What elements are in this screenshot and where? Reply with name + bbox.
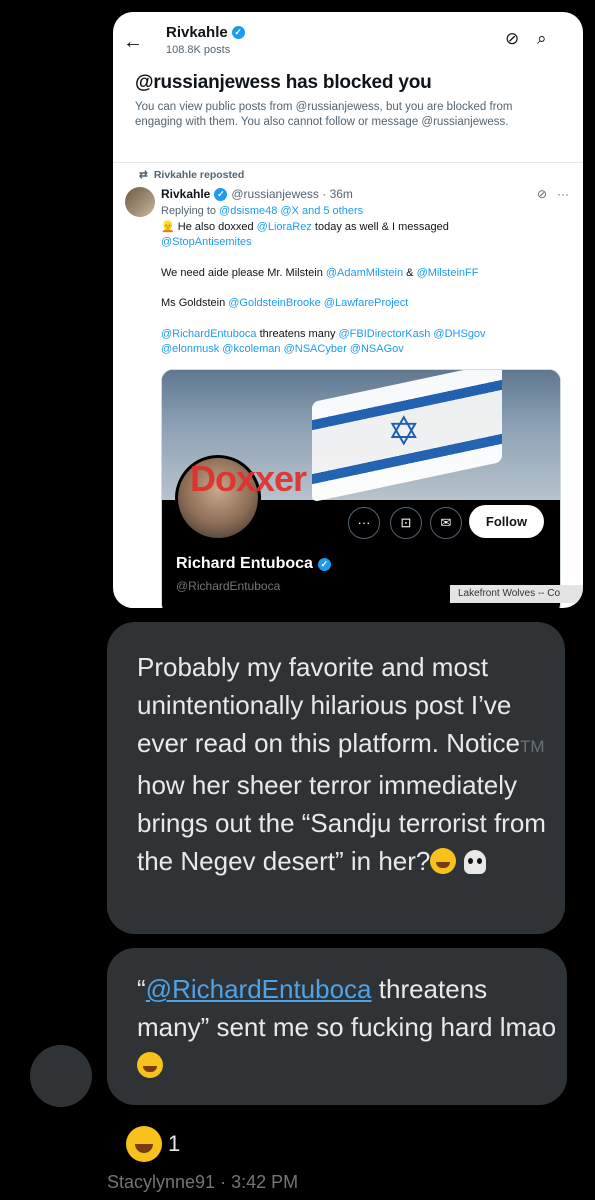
repost-icon: ⇄ (139, 169, 148, 181)
follow-button[interactable]: Follow (469, 505, 544, 538)
corner-label: Lakefront Wolves -- Co (450, 585, 583, 603)
message-text: “@RichardEntuboca threatens many” sent m… (137, 970, 557, 1084)
grok-icon[interactable]: ⊘ (537, 187, 547, 201)
skull-emoji-icon (463, 850, 486, 874)
avatar[interactable] (30, 1045, 92, 1107)
profile-name: Rivkahle ✓ (166, 24, 245, 41)
post-count: 108.8K posts (166, 44, 231, 56)
blocked-description: You can view public posts from @russianj… (135, 101, 513, 128)
laughing-emoji-icon (126, 1126, 162, 1162)
reaction-count: 1 (168, 1131, 181, 1156)
verified-badge-icon: ✓ (231, 26, 245, 39)
search-icon[interactable]: ⌕ (537, 29, 547, 49)
grok-button[interactable]: ⊡ (390, 507, 422, 539)
verified-badge-icon: ✓ (317, 557, 331, 571)
arrow-left-icon[interactable]: ← (123, 32, 143, 52)
grok-icon[interactable]: ⊘ (505, 29, 519, 49)
message-bubble[interactable]: “@RichardEntuboca threatens many” sent m… (107, 948, 567, 1105)
message-text: Probably my favorite and most unintentio… (137, 652, 546, 876)
message-footer: Stacylynne91 · 3:42 PM (107, 1172, 299, 1192)
person-emoji-icon: 👱 (161, 220, 175, 233)
divider (113, 162, 583, 163)
profile-header: ← Rivkahle ✓ 108.8K posts ⊘ ⌕ (113, 12, 583, 72)
timestamp: 3:42 PM (231, 1172, 299, 1192)
laughing-emoji-icon (137, 1052, 163, 1078)
post-author: Rivkahle ✓ @russianjewess · 36m (161, 187, 353, 201)
blocked-title: @russianjewess has blocked you (135, 72, 432, 93)
message-button[interactable]: ✉ (430, 507, 462, 539)
embedded-screenshot[interactable]: ← Rivkahle ✓ 108.8K posts ⊘ ⌕ @russianje… (113, 12, 583, 608)
reaction-badge[interactable]: 1 (126, 1126, 180, 1162)
repost-label: ⇄ Rivkahle reposted (139, 169, 245, 181)
avatar[interactable] (125, 187, 155, 217)
doxxer-overlay-text: Doxxer (190, 458, 307, 499)
post-body: Replying to @dsisme48 @X and 5 others 👱 … (161, 205, 486, 355)
more-button[interactable]: ··· (348, 507, 380, 539)
embedded-profile-image[interactable]: ✡ Doxxer ··· ⊡ ✉ Follow Richard Entuboca… (161, 369, 561, 608)
laughing-emoji-icon (430, 848, 457, 874)
author-name: Stacylynne91 (107, 1172, 216, 1192)
more-icon[interactable]: ··· (557, 187, 569, 201)
profile-display-name: Richard Entuboca ✓ (176, 555, 331, 573)
mention-link[interactable]: @RichardEntuboca (146, 974, 372, 1004)
post-actions: ⊘ ··· (537, 187, 569, 201)
verified-badge-icon: ✓ (214, 187, 228, 201)
message-bubble[interactable]: Probably my favorite and most unintentio… (107, 622, 565, 934)
star-of-david-icon: ✡ (387, 410, 421, 454)
profile-handle: @RichardEntuboca (176, 579, 281, 593)
